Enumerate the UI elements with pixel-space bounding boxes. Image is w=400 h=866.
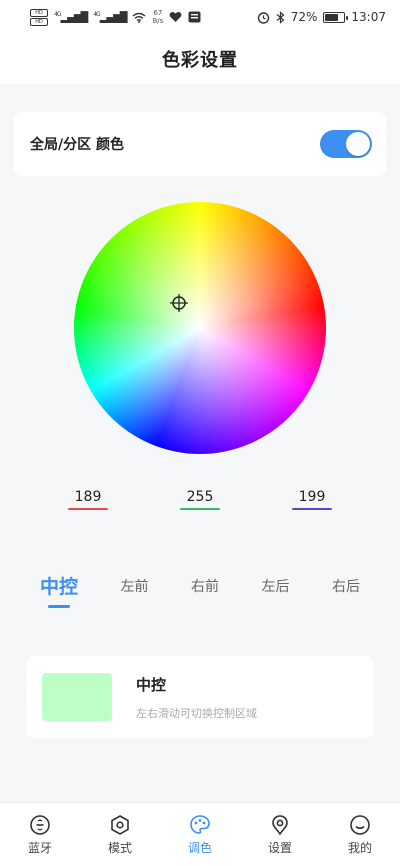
battery-percent: 72% xyxy=(290,10,318,24)
zone-color-toggle-label: 全局/分区 颜色 xyxy=(30,137,124,153)
tab-label: 右后 xyxy=(331,579,360,595)
tab-label: 中控 xyxy=(40,576,79,598)
zone-hint: 左右滑动可切换控制区域 xyxy=(136,706,257,720)
zone-color-toggle-card: 全局/分区 颜色 xyxy=(14,112,386,176)
battery-fill xyxy=(325,13,339,21)
zone-title: 中控 xyxy=(136,675,167,694)
zone-card[interactable]: 中控 左右滑动可切换控制区域 xyxy=(26,656,374,738)
signal-type-2: 4G xyxy=(93,10,101,18)
nav-label: 调色 xyxy=(187,840,212,855)
nav-label: 我的 xyxy=(347,840,372,855)
tab-label: 左前 xyxy=(120,579,149,595)
clock: 13:07 xyxy=(351,10,386,24)
net-speed: 67 B/s xyxy=(152,9,163,25)
title-bar: 色彩设置 xyxy=(0,34,400,84)
red-value: 189 xyxy=(74,489,102,505)
active-tab-indicator xyxy=(48,605,70,608)
alarm-icon xyxy=(257,11,269,24)
zone-text: 中控 左右滑动可切换控制区域 xyxy=(136,674,257,721)
tab-label: 左后 xyxy=(261,579,290,595)
red-value-field[interactable]: 189 xyxy=(68,486,108,516)
bluetooth-status-icon xyxy=(276,10,285,24)
nav-label: 设置 xyxy=(267,840,292,855)
net-speed-unit: B/s xyxy=(152,17,164,25)
nav-item-profile[interactable]: 我的 xyxy=(330,814,390,856)
page-title: 色彩设置 xyxy=(162,50,238,71)
profile-icon xyxy=(350,814,370,835)
tab-rear-left[interactable]: 左后 xyxy=(261,570,289,596)
color-swatch xyxy=(42,673,112,721)
hd-badge-1: HD xyxy=(30,8,48,17)
settings-icon xyxy=(272,814,288,836)
green-underline xyxy=(180,508,220,510)
blue-value: 199 xyxy=(298,489,326,505)
green-value: 255 xyxy=(186,489,214,505)
blue-underline xyxy=(292,508,332,510)
nav-item-mode[interactable]: 模式 xyxy=(90,814,150,856)
rgb-values: 189 255 199 xyxy=(68,486,332,516)
tab-rear-right[interactable]: 右后 xyxy=(332,570,360,596)
green-value-field[interactable]: 255 xyxy=(180,486,220,516)
status-bar: HD HD 4G▂▄▆█ 4G▂▄▆█ 67 B/s 72% 13:07 xyxy=(0,0,400,34)
palette-icon xyxy=(190,814,210,834)
color-wheel-container xyxy=(74,202,326,454)
tab-front-right[interactable]: 右前 xyxy=(191,570,219,596)
nav-item-palette[interactable]: 调色 xyxy=(170,814,230,856)
blue-value-field[interactable]: 199 xyxy=(292,486,332,516)
tab-label: 右前 xyxy=(190,579,219,595)
hd-badge-2: HD xyxy=(30,17,48,26)
tab-center-console[interactable]: 中控 xyxy=(40,570,78,608)
nav-label: 蓝牙 xyxy=(27,840,52,855)
status-left: HD HD 4G▂▄▆█ 4G▂▄▆█ 67 B/s xyxy=(30,8,201,26)
battery-icon xyxy=(323,11,349,23)
signal-icon: 4G▂▄▆█ xyxy=(54,10,88,24)
mode-icon xyxy=(111,814,129,835)
zone-color-switch[interactable] xyxy=(320,130,372,158)
heart-icon xyxy=(169,11,182,22)
tab-front-left[interactable]: 左前 xyxy=(121,570,149,596)
nav-item-settings[interactable]: 设置 xyxy=(250,814,310,856)
nav-item-bluetooth[interactable]: 蓝牙 xyxy=(10,814,70,856)
color-wheel[interactable] xyxy=(74,202,326,454)
red-underline xyxy=(68,508,108,510)
nav-label: 模式 xyxy=(107,840,132,855)
net-speed-value: 67 xyxy=(153,9,163,17)
wifi-icon xyxy=(133,12,146,23)
signal-type-1: 4G xyxy=(54,10,62,18)
crosshair-icon[interactable] xyxy=(169,293,189,313)
status-right: 72% 13:07 xyxy=(257,10,386,24)
hd-badges: HD HD xyxy=(30,8,48,26)
switch-knob xyxy=(346,132,370,156)
zone-tabs: 中控 左前 右前 左后 右后 xyxy=(40,570,360,610)
bluetooth-icon xyxy=(30,814,50,835)
message-icon xyxy=(188,11,201,23)
signal-icon-2: 4G▂▄▆█ xyxy=(93,10,127,24)
bottom-nav: 蓝牙 模式 调色 设置 我的 xyxy=(0,802,400,866)
